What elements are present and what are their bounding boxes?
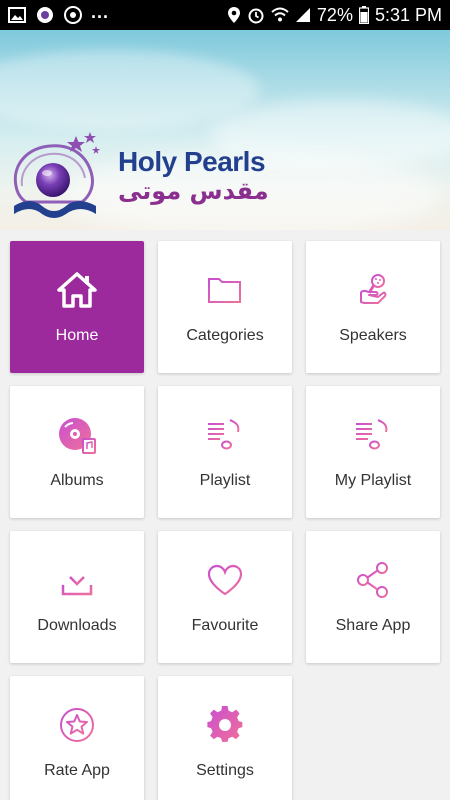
header-banner: Holy Pearls مقدس موتی: [0, 30, 450, 230]
folder-icon: [204, 269, 246, 311]
menu-tile-label: Rate App: [44, 762, 110, 779]
my-playlist-icon: [352, 414, 394, 456]
menu-tile-rate-app[interactable]: Rate App: [10, 676, 144, 800]
chrome-icon: [64, 6, 82, 24]
menu-tile-label: Favourite: [191, 617, 259, 634]
download-icon: [56, 559, 98, 601]
battery-icon: [358, 6, 369, 24]
camera-app-icon: [35, 5, 55, 25]
wifi-icon: [271, 7, 289, 23]
alarm-icon: [247, 6, 265, 24]
album-disc-icon: [56, 414, 98, 456]
clock: 5:31 PM: [374, 4, 442, 25]
app-logo: Holy Pearls مقدس موتی: [10, 130, 269, 222]
star-badge-icon: [56, 704, 98, 746]
cloud-decoration: [0, 50, 260, 130]
menu-tile-label: Home: [55, 327, 99, 344]
menu-tile-label: Categories: [186, 327, 264, 344]
menu-tile-favourite[interactable]: Favourite: [158, 531, 292, 663]
menu-tile-label: Share App: [335, 617, 411, 634]
playlist-icon: [204, 414, 246, 456]
menu-tile-label: Albums: [50, 472, 104, 489]
brand-name: Holy Pearls: [118, 146, 266, 177]
notification-overflow: ...: [91, 1, 110, 22]
menu-tile-label: Downloads: [37, 617, 117, 634]
menu-tile-categories[interactable]: Categories: [158, 241, 292, 373]
gear-icon: [204, 704, 246, 746]
status-bar: ... 72% 5:31 PM: [0, 0, 450, 30]
main-menu-grid: Home Categories Speakers Albums Playlist…: [10, 241, 442, 800]
menu-tile-label: Settings: [196, 762, 254, 779]
location-icon: [227, 6, 241, 24]
menu-tile-speakers[interactable]: Speakers: [306, 241, 440, 373]
home-icon: [56, 269, 98, 311]
menu-tile-playlist[interactable]: Playlist: [158, 386, 292, 518]
signal-icon: [295, 7, 311, 23]
share-icon: [352, 559, 394, 601]
brand-name-arabic: مقدس موتی: [118, 177, 269, 205]
menu-tile-label: My Playlist: [334, 472, 412, 489]
menu-tile-label: Playlist: [199, 472, 251, 489]
heart-icon: [204, 559, 246, 601]
menu-tile-home[interactable]: Home: [10, 241, 144, 373]
menu-tile-label: Speakers: [339, 327, 407, 344]
menu-tile-albums[interactable]: Albums: [10, 386, 144, 518]
gallery-icon: [8, 7, 26, 23]
menu-tile-settings[interactable]: Settings: [158, 676, 292, 800]
pearl-shell-logo-icon: [13, 132, 100, 218]
menu-tile-my-playlist[interactable]: My Playlist: [306, 386, 440, 518]
menu-tile-downloads[interactable]: Downloads: [10, 531, 144, 663]
microphone-icon: [352, 269, 394, 311]
battery-percent: 72%: [316, 4, 353, 25]
menu-tile-share-app[interactable]: Share App: [306, 531, 440, 663]
